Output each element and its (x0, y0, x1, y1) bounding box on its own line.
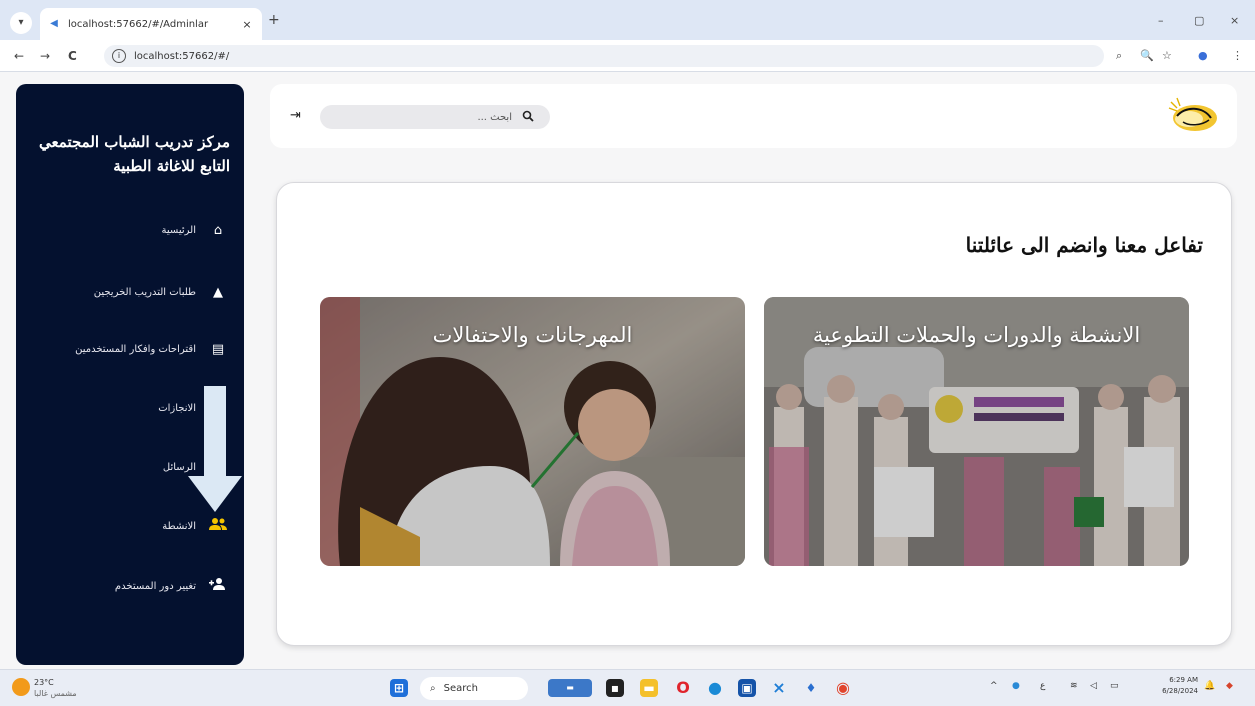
task-view-icon[interactable]: ▪ (606, 679, 624, 697)
annotation-arrow-icon (188, 386, 242, 512)
logout-icon[interactable]: ⇥ (290, 108, 301, 123)
tile-caption: الانشطة والدورات والحملات التطوعية (812, 323, 1141, 347)
address-bar-row: ← → C i localhost:57662/#/ ⌕ 🔍 ☆ ● ⋮ (0, 40, 1255, 72)
bookmark-star-icon[interactable]: ☆ (1162, 49, 1172, 62)
battery-icon[interactable]: ▭ (1110, 681, 1119, 691)
graduation-cap-icon: ▲ (213, 284, 223, 300)
language-icon[interactable]: ع (1040, 681, 1045, 691)
top-bar: ⇥ ابحث ... (270, 84, 1237, 148)
taskbar-search[interactable]: ⌕ Search (420, 677, 528, 700)
sidebar: مركز تدريب الشباب المجتمعي التابع للاغاث… (16, 84, 244, 665)
wifi-icon[interactable]: ≋ (1070, 681, 1078, 691)
new-tab-button[interactable]: + (268, 12, 280, 28)
taskbar: 23°C مشمس غالبا ⊞ ⌕ Search ▬ ▪ ▬ O ● ▣ ⨯… (0, 669, 1255, 706)
main-card: تفاعل معنا وانضم الى عائلتنا المهرجانات … (276, 182, 1232, 646)
page-title: تفاعل معنا وانضم الى عائلتنا (965, 233, 1203, 257)
browser-menu-icon[interactable]: ⋮ (1232, 49, 1243, 62)
chrome-icon[interactable]: ◉ (834, 679, 852, 697)
tray-app-icon[interactable]: ● (1012, 681, 1020, 691)
search-icon (522, 110, 534, 125)
browser-chrome: ▾ ◀ localhost:57662/#/Adminlar × + – ▢ ×… (0, 0, 1255, 72)
tab-search-button[interactable]: ▾ (10, 12, 32, 34)
sidebar-item-label: اقتراحات وافكار المستخدمين (75, 343, 196, 355)
organization-logo (1168, 97, 1217, 131)
notification-bell-icon[interactable]: 🔔 (1204, 681, 1215, 691)
tab-strip: ▾ ◀ localhost:57662/#/Adminlar × + – ▢ × (0, 0, 1255, 40)
comment-icon: ▤ (211, 341, 225, 357)
copilot-icon[interactable]: ◆ (1226, 681, 1233, 691)
forward-button[interactable]: → (40, 49, 50, 63)
url-field[interactable]: i localhost:57662/#/ (104, 45, 1104, 67)
users-icon (206, 517, 230, 535)
sidebar-item-label: الرئيسية (161, 224, 196, 236)
system-clock[interactable]: 6:29 AM 6/28/2024 (1150, 675, 1198, 697)
tab-title: localhost:57662/#/Adminlar (68, 18, 209, 30)
tile-caption: المهرجانات والاحتفالات (432, 323, 633, 347)
vscode-icon[interactable]: ⨯ (770, 679, 788, 697)
store-icon[interactable]: ▣ (738, 679, 756, 697)
widgets-icon[interactable]: ▬ (548, 679, 592, 697)
sidebar-item-label: طلبات التدريب الخريجين (93, 286, 196, 298)
search-input[interactable]: ابحث ... (320, 105, 550, 129)
weather-text: مشمس غالبا (34, 689, 77, 698)
brand-line-1: مركز تدريب الشباب المجتمعي (39, 133, 230, 151)
app-icon[interactable]: ♦ (802, 679, 820, 697)
sidebar-item-label: الانشطة (162, 520, 196, 532)
start-icon[interactable]: ⊞ (390, 679, 408, 697)
weather-icon (12, 678, 30, 696)
sidebar-brand: مركز تدريب الشباب المجتمعي التابع للاغاث… (30, 130, 230, 178)
window-close-button[interactable]: × (1230, 14, 1239, 27)
profile-icon[interactable]: ● (1198, 49, 1208, 62)
user-plus-icon (206, 577, 230, 595)
clock-date: 6/28/2024 (1162, 687, 1198, 695)
site-info-icon[interactable]: i (112, 49, 126, 63)
tile-festivals[interactable]: المهرجانات والاحتفالات (320, 297, 745, 566)
back-button[interactable]: ← (14, 49, 24, 63)
clock-time: 6:29 AM (1169, 676, 1198, 684)
zoom-icon[interactable]: 🔍 (1140, 49, 1154, 62)
tray-overflow-icon[interactable]: ^ (990, 681, 998, 691)
sidebar-item-home[interactable]: ⌂ الرئيسية (30, 218, 230, 242)
url-text: localhost:57662/#/ (134, 50, 230, 62)
browser-tab[interactable]: ◀ localhost:57662/#/Adminlar × (40, 8, 262, 40)
minimize-button[interactable]: – (1158, 14, 1164, 27)
maximize-button[interactable]: ▢ (1194, 14, 1204, 27)
sidebar-item-label: تغيير دور المستخدم (114, 580, 196, 592)
home-icon: ⌂ (213, 222, 223, 238)
search-icon: ⌕ (430, 683, 436, 694)
sidebar-item-suggestions[interactable]: ▤ اقتراحات وافكار المستخدمين (30, 337, 230, 361)
app-root: مركز تدريب الشباب المجتمعي التابع للاغاث… (0, 72, 1255, 669)
reload-button[interactable]: C (68, 49, 77, 63)
sidebar-item-change-role[interactable]: تغيير دور المستخدم (30, 574, 230, 598)
volume-icon[interactable]: ◁ (1090, 681, 1097, 691)
file-explorer-icon[interactable]: ▬ (640, 679, 658, 697)
tab-close-button[interactable]: × (240, 18, 254, 31)
edge-icon[interactable]: ● (706, 679, 724, 697)
taskbar-search-label: Search (443, 683, 478, 694)
sidebar-item-activities[interactable]: الانشطة (30, 514, 230, 538)
brand-line-2: التابع للاغاثة الطبية (113, 157, 230, 175)
translate-icon[interactable]: ⌕ (1116, 49, 1122, 63)
temperature: 23°C (34, 678, 54, 687)
opera-icon[interactable]: O (674, 679, 692, 697)
tile-activities[interactable]: الانشطة والدورات والحملات التطوعية (764, 297, 1189, 566)
sidebar-item-training-requests[interactable]: ▲ طلبات التدريب الخريجين (30, 280, 230, 304)
search-placeholder: ابحث ... (477, 111, 512, 123)
favicon-icon: ◀ (50, 18, 58, 29)
